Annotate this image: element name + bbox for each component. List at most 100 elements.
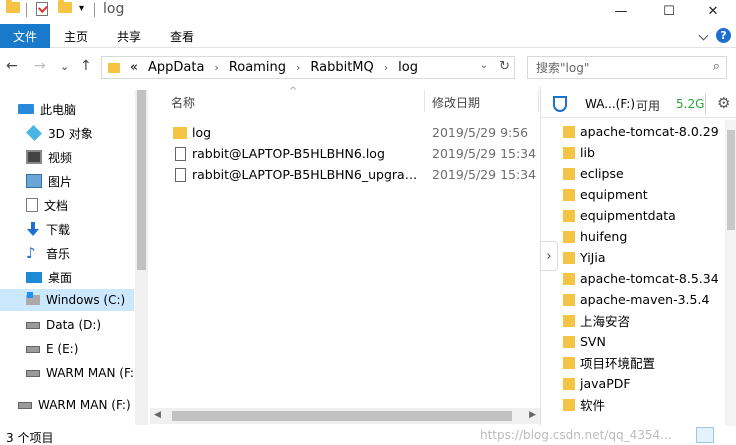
folder-item[interactable]: apache-maven-3.5.4 xyxy=(563,289,709,310)
window-title: log xyxy=(103,1,125,17)
folder-item[interactable]: equipment xyxy=(563,184,648,205)
folder-item[interactable]: YiJia xyxy=(563,247,605,268)
address-dropdown-icon[interactable]: ⌄ xyxy=(480,60,488,71)
divider xyxy=(94,3,95,17)
cube-icon xyxy=(26,125,42,141)
quick-access-dropdown-icon[interactable]: ▾ xyxy=(79,3,84,14)
nav-item-data-d[interactable]: Data (D:) xyxy=(26,314,148,336)
breadcrumb-log[interactable]: log xyxy=(398,60,418,75)
folder-item[interactable]: 项目环境配置 xyxy=(563,352,655,373)
scroll-left-icon[interactable]: ◀ xyxy=(154,410,161,420)
properties-icon[interactable] xyxy=(36,2,48,16)
nav-item-label: 3D 对象 xyxy=(48,126,93,141)
nav-item-windows-c[interactable]: Windows (C:) xyxy=(0,289,134,311)
nav-item-pictures[interactable]: 图片 xyxy=(26,170,148,192)
panel-scrollbar[interactable] xyxy=(725,120,736,426)
scrollbar-thumb[interactable] xyxy=(137,90,146,270)
drive-name[interactable]: WA...(F:) xyxy=(585,97,635,111)
file-row[interactable]: rabbit@LAPTOP-B5HLBHN6_upgrade.log 2019/… xyxy=(150,164,540,185)
chevron-right-icon[interactable]: › xyxy=(384,61,388,74)
collapse-panel-button[interactable]: › xyxy=(540,241,558,271)
breadcrumb-rabbitmq[interactable]: RabbitMQ xyxy=(310,60,373,75)
folder-icon xyxy=(563,230,575,243)
chevron-right-icon[interactable]: › xyxy=(296,61,300,74)
folder-icon xyxy=(108,62,120,73)
new-folder-icon[interactable] xyxy=(58,0,72,13)
gear-icon[interactable]: ⚙ xyxy=(717,94,730,112)
system-drive-icon xyxy=(26,292,40,305)
scroll-right-icon[interactable]: ▶ xyxy=(529,410,536,420)
up-button[interactable]: ↑ xyxy=(80,58,92,74)
expand-ribbon-icon[interactable] xyxy=(698,30,709,41)
nav-item-e[interactable]: E (E:) xyxy=(26,338,148,360)
nav-item-music[interactable]: ♪ 音乐 xyxy=(26,242,148,264)
folder-item[interactable]: javaPDF xyxy=(563,373,631,394)
folder-item[interactable]: SVN xyxy=(563,331,606,352)
folder-item[interactable]: huifeng xyxy=(563,226,627,247)
horizontal-scrollbar[interactable]: ◀ ▶ xyxy=(150,408,540,424)
tab-home[interactable]: 主页 xyxy=(64,24,88,48)
divider xyxy=(705,94,706,114)
address-bar[interactable]: « AppData › Roaming › RabbitMQ › log ⌄ ↻ xyxy=(101,56,515,79)
minimize-button[interactable]: — xyxy=(598,0,644,22)
back-button[interactable]: ← xyxy=(6,58,18,74)
refresh-icon[interactable]: ↻ xyxy=(499,59,510,74)
close-button[interactable]: ✕ xyxy=(690,0,736,22)
folder-name: lib xyxy=(580,145,595,160)
scrollbar-thumb[interactable] xyxy=(727,130,735,230)
folder-item[interactable]: apache-tomcat-8.5.34 xyxy=(563,268,719,289)
maximize-button[interactable]: ☐ xyxy=(646,0,692,22)
search-icon[interactable]: ⌕ xyxy=(713,59,720,74)
watermark: https://blog.csdn.net/qq_4354... xyxy=(480,428,672,442)
recent-locations-button[interactable]: ⌄ xyxy=(60,60,69,73)
desktop-icon xyxy=(26,271,42,283)
tab-share[interactable]: 共享 xyxy=(117,24,141,48)
file-row[interactable]: rabbit@LAPTOP-B5HLBHN6.log 2019/5/29 15:… xyxy=(150,143,540,164)
breadcrumb-appdata[interactable]: AppData xyxy=(148,60,204,75)
title-bar: ▾ log — ☐ ✕ xyxy=(0,0,736,22)
folder-item[interactable]: eclipse xyxy=(563,163,624,184)
details-view-icon[interactable] xyxy=(696,427,714,443)
scrollbar-thumb[interactable] xyxy=(172,411,512,421)
nav-item-documents[interactable]: 文档 xyxy=(26,194,148,216)
nav-item-warm-man-f-root[interactable]: WARM MAN (F:) xyxy=(18,394,148,416)
large-icons-view-icon[interactable] xyxy=(716,427,734,443)
file-date: 2019/5/29 15:34 xyxy=(432,146,537,161)
forward-button[interactable]: → xyxy=(34,58,46,74)
chevron-right-icon[interactable]: › xyxy=(214,61,218,74)
item-count: 3 个项目 xyxy=(6,431,54,445)
nav-item-videos[interactable]: 视频 xyxy=(26,146,148,168)
nav-item-3d-objects[interactable]: 3D 对象 xyxy=(26,122,148,144)
drive-icon xyxy=(18,401,32,409)
nav-item-desktop[interactable]: 桌面 xyxy=(26,266,148,288)
help-icon[interactable]: ? xyxy=(716,28,731,43)
nav-item-this-pc[interactable]: 此电脑 xyxy=(18,98,148,120)
folder-item[interactable]: lib xyxy=(563,142,595,163)
folder-icon xyxy=(563,293,575,306)
folder-item[interactable]: apache-tomcat-8.0.29 xyxy=(563,121,719,142)
folder-icon xyxy=(563,167,575,180)
column-divider[interactable] xyxy=(424,90,425,112)
folder-item[interactable]: 上海安咨 xyxy=(563,310,630,331)
tab-view[interactable]: 查看 xyxy=(170,24,194,48)
status-bar: 3 个项目 https://blog.csdn.net/qq_4354... xyxy=(0,426,736,445)
nav-item-label: 文档 xyxy=(44,198,69,213)
nav-item-label: 图片 xyxy=(48,174,73,189)
folder-item[interactable]: 软件 xyxy=(563,394,605,415)
folder-icon xyxy=(563,335,575,348)
file-row[interactable]: log 2019/5/29 9:56 xyxy=(150,122,540,143)
picture-icon xyxy=(26,174,42,188)
column-header-modified[interactable]: 修改日期 xyxy=(432,94,480,111)
breadcrumb-overflow[interactable]: « xyxy=(130,60,138,75)
nav-item-downloads[interactable]: 下载 xyxy=(26,218,148,240)
file-list: ^ 名称 修改日期 log 2019/5/29 9:56 rabbit@LAPT… xyxy=(150,86,540,426)
column-divider[interactable] xyxy=(538,90,539,112)
tab-file[interactable]: 文件 xyxy=(0,24,50,48)
folder-item[interactable]: equipmentdata xyxy=(563,205,676,226)
drive-icon xyxy=(26,369,40,377)
breadcrumb-roaming[interactable]: Roaming xyxy=(229,60,286,75)
navigation-scrollbar[interactable] xyxy=(135,90,148,425)
nav-item-warm-man-f[interactable]: WARM MAN (F:) xyxy=(26,362,134,384)
column-header-name[interactable]: 名称 xyxy=(171,94,195,111)
search-input[interactable]: 搜索"log" ⌕ xyxy=(527,56,727,79)
